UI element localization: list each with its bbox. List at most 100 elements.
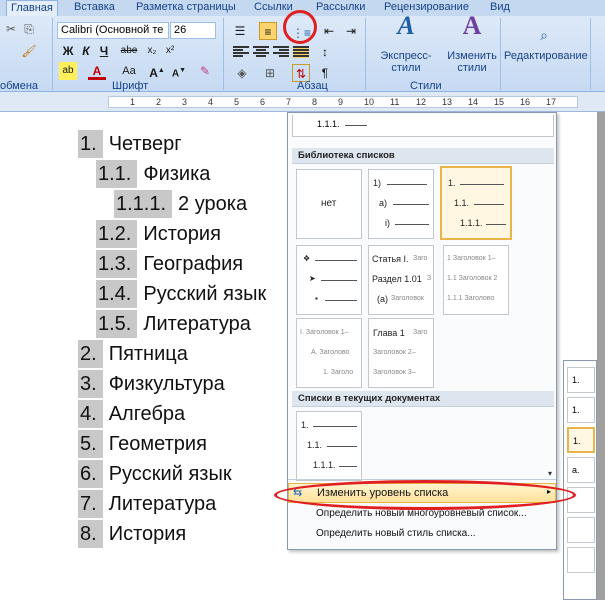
list-item[interactable]: 4. Алгебра bbox=[78, 400, 185, 428]
group-divider bbox=[500, 18, 501, 90]
menu-divider bbox=[288, 479, 556, 480]
list-number: 7. bbox=[78, 490, 103, 518]
bullets-icon[interactable]: ☰ bbox=[231, 22, 249, 40]
shading-icon[interactable]: ◈ bbox=[233, 64, 251, 82]
scroll-down-icon[interactable]: ▾ bbox=[548, 469, 552, 478]
list-item[interactable]: 1.2. История bbox=[96, 220, 221, 248]
list-style-none-tile[interactable]: нет bbox=[296, 169, 362, 239]
ruler-number: 5 bbox=[234, 97, 240, 107]
borders-icon[interactable]: ⊞ bbox=[261, 64, 279, 82]
cut-icon[interactable]: ✂ bbox=[2, 20, 20, 38]
list-item[interactable]: 8. История bbox=[78, 520, 186, 548]
tab-insert[interactable]: Вставка bbox=[74, 0, 115, 16]
list-style-roman-tile[interactable]: I. Заголовок 1– A. Заголово 1. Заголо bbox=[296, 318, 362, 388]
list-item[interactable]: 6. Русский язык bbox=[78, 460, 232, 488]
decrease-indent-icon[interactable]: ⇤ bbox=[320, 22, 338, 40]
list-text: Русский язык bbox=[143, 283, 267, 305]
list-style-numbered-tile[interactable]: 1. 1.1. 1.1.1. bbox=[440, 166, 512, 240]
recent-list-tile[interactable]: 1.1.1. bbox=[292, 115, 554, 137]
level-option[interactable] bbox=[567, 547, 595, 573]
justify-icon[interactable] bbox=[293, 46, 309, 58]
tab-references[interactable]: Ссылки bbox=[254, 0, 293, 16]
font-size-combo[interactable]: 26 bbox=[170, 22, 216, 39]
increase-indent-icon[interactable]: ⇥ bbox=[342, 22, 360, 40]
ruler-number: 16 bbox=[520, 97, 531, 107]
ruler-number: 7 bbox=[286, 97, 292, 107]
editing-button[interactable]: ⌕ Редактирование bbox=[504, 20, 588, 62]
font-name-combo[interactable]: Calibri (Основной те bbox=[57, 22, 169, 39]
ruler-number: 9 bbox=[338, 97, 344, 107]
level-option[interactable]: a. bbox=[567, 457, 595, 483]
list-text: История bbox=[143, 223, 221, 245]
underline-button[interactable]: Ч bbox=[95, 42, 113, 60]
level-option[interactable]: 1. bbox=[567, 397, 595, 423]
tab-home[interactable]: Главная bbox=[6, 0, 58, 16]
define-multilevel-list-item[interactable]: Определить новый многоуровневый список..… bbox=[288, 505, 556, 525]
list-item[interactable]: 1. Четверг bbox=[78, 130, 182, 158]
ruler-number: 8 bbox=[312, 97, 318, 107]
align-left-icon[interactable] bbox=[233, 46, 249, 58]
shrink-font-icon[interactable]: A▼ bbox=[170, 62, 188, 80]
list-item[interactable]: 3. Физкультура bbox=[78, 370, 225, 398]
list-number: 1.4. bbox=[96, 280, 138, 308]
diamond-bullet-icon: ❖ bbox=[303, 254, 311, 263]
tab-mailings[interactable]: Рассылки bbox=[316, 0, 365, 16]
level-option[interactable] bbox=[567, 517, 595, 543]
change-styles-button[interactable]: A Изменить стили bbox=[446, 13, 498, 75]
numbering-icon[interactable]: ≡ bbox=[259, 22, 277, 40]
list-item[interactable]: 1.5. Литература bbox=[96, 310, 251, 338]
level-option[interactable] bbox=[567, 487, 595, 513]
subscript-button[interactable]: x₂ bbox=[143, 42, 161, 60]
list-number: 1.1.1. bbox=[114, 190, 173, 218]
list-style-paren-tile[interactable]: 1) a) i) bbox=[368, 169, 434, 239]
italic-button[interactable]: К bbox=[77, 42, 95, 60]
list-item[interactable]: 7. Литература bbox=[78, 490, 216, 518]
list-style-heading-tile[interactable]: 1 Заголовок 1– 1.1 Заголовок 2 1.1.1 Заг… bbox=[443, 245, 509, 315]
list-text: Физика bbox=[143, 163, 211, 185]
ruler: 1 2 3 4 5 6 7 8 9 10 11 12 13 14 15 16 1… bbox=[0, 92, 605, 112]
clear-format-icon[interactable]: ✎ bbox=[196, 62, 214, 80]
list-item[interactable]: 5. Геометрия bbox=[78, 430, 207, 458]
express-styles-button[interactable]: A Экспресс-стили bbox=[370, 11, 442, 75]
list-style-article-tile[interactable]: Статья I. Заго Раздел 1.01 З (a) Заголовок bbox=[368, 245, 434, 315]
copy-icon[interactable]: ⎘ bbox=[20, 20, 38, 38]
list-item[interactable]: 1.4. Русский язык bbox=[96, 280, 266, 308]
current-lists-section-header: Списки в текущих документах bbox=[292, 391, 554, 407]
grow-font-icon[interactable]: A▲ bbox=[148, 62, 166, 80]
express-styles-icon: A bbox=[397, 11, 415, 40]
tab-page-layout[interactable]: Разметка страницы bbox=[136, 0, 236, 16]
format-painter-icon[interactable]: 🖌 bbox=[20, 42, 38, 60]
level-option[interactable]: 1. bbox=[567, 367, 595, 393]
change-case-button[interactable]: Аа bbox=[118, 62, 140, 80]
font-color-icon[interactable]: A bbox=[88, 62, 106, 80]
list-number: 1.1. bbox=[96, 160, 138, 188]
list-number: 1.2. bbox=[96, 220, 138, 248]
strikethrough-button[interactable]: abe bbox=[117, 42, 141, 60]
align-center-icon[interactable] bbox=[253, 46, 269, 58]
superscript-button[interactable]: x² bbox=[161, 42, 179, 60]
current-list-tile[interactable]: 1. 1.1. 1.1.1. bbox=[296, 411, 362, 481]
list-item[interactable]: 2. Пятница bbox=[78, 340, 188, 368]
list-item[interactable]: 1.1.1. 2 урока bbox=[114, 190, 247, 218]
tab-view[interactable]: Вид bbox=[490, 0, 510, 16]
list-item[interactable]: 1.1. Физика bbox=[96, 160, 210, 188]
list-number: 1. bbox=[78, 130, 103, 158]
align-right-icon[interactable] bbox=[273, 46, 289, 58]
list-number: 6. bbox=[78, 460, 103, 488]
level-option-selected[interactable]: 1. bbox=[567, 427, 595, 453]
list-number: 5. bbox=[78, 430, 103, 458]
multilevel-list-icon[interactable]: ⋮≡ bbox=[292, 24, 311, 42]
document-page[interactable]: 1. Четверг 1.1. Физика 1.1.1. 2 урока 1.2. И… bbox=[0, 112, 290, 600]
level-submenu-panel: 1. 1. 1. a. bbox=[563, 360, 597, 600]
list-item[interactable]: 1.3. География bbox=[96, 250, 243, 278]
line-spacing-icon[interactable]: ↕ bbox=[316, 43, 334, 61]
list-style-bullet-tile[interactable]: ❖ ➤ ▪ bbox=[296, 245, 362, 315]
bold-button[interactable]: Ж bbox=[59, 42, 77, 60]
define-list-style-item[interactable]: Определить новый стиль списка... bbox=[288, 525, 556, 545]
group-label-paragraph: Абзац bbox=[297, 80, 328, 92]
highlight-icon[interactable]: ab bbox=[59, 62, 77, 80]
list-style-chapter-tile[interactable]: Глава 1 Заго Заголовок 2– Заголовок 3– bbox=[368, 318, 434, 388]
ruler-number: 1 bbox=[130, 97, 136, 107]
ruler-number: 17 bbox=[546, 97, 557, 107]
change-list-level-item[interactable]: ⇆ Изменить уровень списка ▸ bbox=[288, 483, 556, 503]
